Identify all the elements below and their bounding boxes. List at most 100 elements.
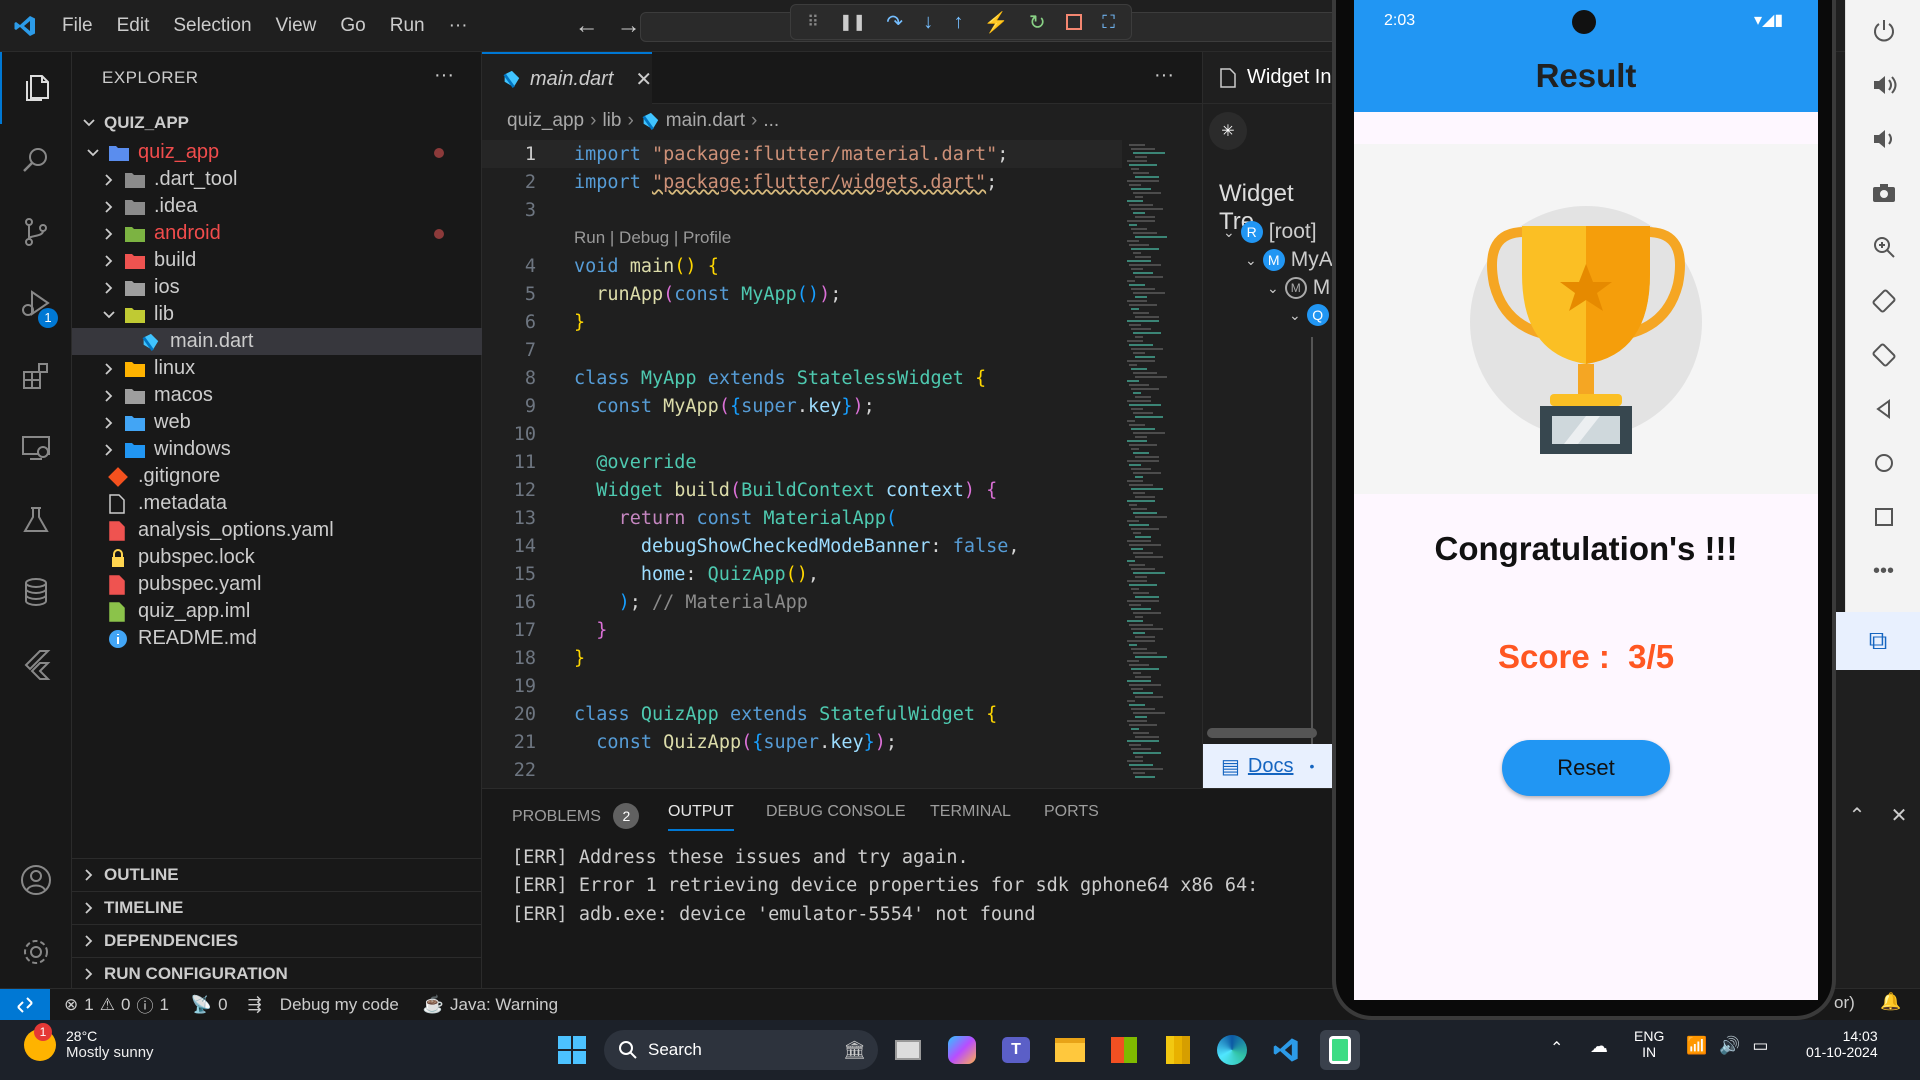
account-icon[interactable] bbox=[0, 844, 72, 916]
horizontal-scrollbar[interactable] bbox=[1207, 728, 1317, 738]
section-run-configuration[interactable]: RUN CONFIGURATION bbox=[72, 957, 482, 990]
tab-ports[interactable]: PORTS bbox=[1044, 803, 1099, 821]
show-hidden-icons[interactable]: ⌃ bbox=[1550, 1038, 1563, 1058]
docs-link[interactable]: ▤ Docs • bbox=[1203, 744, 1333, 788]
forward-arrow-icon[interactable]: → bbox=[617, 12, 641, 40]
menu-file[interactable]: File bbox=[50, 15, 105, 37]
tree-item[interactable]: .metadata bbox=[72, 490, 482, 517]
more-options-icon[interactable]: ••• bbox=[1846, 546, 1920, 596]
remote-explorer-icon[interactable] bbox=[0, 412, 72, 484]
copilot-icon[interactable] bbox=[942, 1030, 982, 1070]
chevron-right-icon[interactable] bbox=[100, 225, 118, 243]
menu-run[interactable]: Run bbox=[378, 15, 437, 37]
system-tray[interactable]: 📶 🔊 ▭ bbox=[1686, 1036, 1768, 1056]
onedrive-icon[interactable]: ☁ bbox=[1590, 1036, 1608, 1057]
tree-item[interactable]: main.dart bbox=[72, 328, 482, 355]
stop-icon[interactable] bbox=[1065, 14, 1082, 30]
tree-item[interactable]: linux bbox=[72, 355, 482, 382]
tree-item[interactable]: .gitignore bbox=[72, 463, 482, 490]
menu-view[interactable]: View bbox=[264, 15, 329, 37]
chevron-right-icon[interactable] bbox=[100, 441, 118, 459]
file-explorer-icon[interactable] bbox=[1050, 1030, 1090, 1070]
zoom-icon[interactable] bbox=[1846, 222, 1920, 272]
tree-item[interactable]: README.md bbox=[72, 625, 482, 652]
tree-item[interactable]: build bbox=[72, 247, 482, 274]
problems-status[interactable]: ⊗ 1 ⚠ 0 ⓘ 1 bbox=[64, 992, 169, 1017]
notification-bell-icon[interactable]: 🔔 bbox=[1880, 992, 1901, 1012]
select-widget-mode-icon[interactable]: ✳ bbox=[1209, 112, 1247, 150]
chevron-down-icon[interactable] bbox=[100, 306, 118, 324]
tree-item[interactable]: quiz_app.iml bbox=[72, 598, 482, 625]
tab-main-dart[interactable]: main.dart ✕ bbox=[482, 52, 652, 104]
editor-more-button[interactable]: ··· bbox=[1154, 64, 1174, 87]
ports-status[interactable]: 📡 0 bbox=[191, 995, 228, 1015]
menu-edit[interactable]: Edit bbox=[105, 15, 162, 37]
chevron-right-icon[interactable] bbox=[100, 414, 118, 432]
tree-item[interactable]: analysis_options.yaml bbox=[72, 517, 482, 544]
widget-tree-node[interactable]: ⌄ M M bbox=[1267, 276, 1330, 300]
inspect-widget-icon[interactable]: ⛶ bbox=[1102, 12, 1115, 33]
weather-widget[interactable]: 1 28°C Mostly sunny bbox=[24, 1022, 154, 1061]
clock[interactable]: 14:03 01-10-2024 bbox=[1806, 1028, 1878, 1060]
run-debug-icon[interactable]: 1 bbox=[0, 268, 72, 340]
explorer-icon[interactable] bbox=[0, 52, 72, 124]
chevron-right-icon[interactable] bbox=[100, 360, 118, 378]
home-nav-icon[interactable] bbox=[1846, 438, 1920, 488]
source-control-icon[interactable] bbox=[0, 196, 72, 268]
camera-icon[interactable] bbox=[1846, 168, 1920, 218]
tree-item[interactable]: .idea bbox=[72, 193, 482, 220]
tab-widget-inspector[interactable]: Widget In bbox=[1203, 52, 1333, 104]
chevron-right-icon[interactable] bbox=[100, 171, 118, 189]
store-icon[interactable] bbox=[1104, 1030, 1144, 1070]
step-over-icon[interactable]: ↷ bbox=[886, 10, 903, 35]
drag-handle-icon[interactable]: ⠿ bbox=[807, 12, 819, 32]
chevron-right-icon[interactable] bbox=[100, 279, 118, 297]
overview-nav-icon[interactable] bbox=[1846, 492, 1920, 542]
back-arrow-icon[interactable]: ← bbox=[575, 12, 599, 40]
step-out-icon[interactable]: ↑ bbox=[953, 11, 963, 34]
code-editor[interactable]: 1 import "package:flutter/material.dart";… bbox=[482, 140, 1122, 790]
breadcrumb-item[interactable]: main.dart bbox=[666, 110, 745, 132]
section-dependencies[interactable]: DEPENDENCIES bbox=[72, 924, 482, 957]
flutter-icon[interactable] bbox=[0, 628, 72, 700]
section-timeline[interactable]: TIMELINE bbox=[72, 891, 482, 924]
task-view-icon[interactable] bbox=[888, 1030, 928, 1070]
chevron-down-icon[interactable] bbox=[84, 144, 102, 162]
docs-more[interactable]: • bbox=[1309, 758, 1314, 774]
hot-reload-icon[interactable]: ⚡ bbox=[984, 10, 1009, 35]
tree-item[interactable]: lib bbox=[72, 301, 482, 328]
close-tab-icon[interactable]: ✕ bbox=[635, 67, 652, 92]
debug-config-label[interactable]: Debug my code bbox=[280, 995, 399, 1015]
extensions-icon[interactable] bbox=[0, 340, 72, 412]
tree-root[interactable]: QUIZ_APP bbox=[72, 106, 482, 139]
breadcrumb-item[interactable]: lib bbox=[602, 110, 621, 132]
tree-item[interactable]: pubspec.yaml bbox=[72, 571, 482, 598]
tab-problems[interactable]: PROBLEMS 2 bbox=[512, 803, 640, 829]
menu-selection[interactable]: Selection bbox=[161, 15, 263, 37]
pause-icon[interactable]: ❚❚ bbox=[839, 12, 866, 32]
tree-item[interactable]: pubspec.lock bbox=[72, 544, 482, 571]
chevron-right-icon[interactable] bbox=[100, 198, 118, 216]
volume-down-icon[interactable] bbox=[1846, 114, 1920, 164]
database-icon[interactable] bbox=[0, 556, 72, 628]
teams-icon[interactable]: T bbox=[996, 1030, 1036, 1070]
power-bi-icon[interactable] bbox=[1158, 1030, 1198, 1070]
widget-tree-node[interactable]: ⌄ Q bbox=[1289, 304, 1329, 326]
edge-icon[interactable] bbox=[1212, 1030, 1252, 1070]
java-status[interactable]: ☕ Java: Warning bbox=[423, 995, 558, 1015]
puzzle-extension-icon[interactable]: ⧉ bbox=[1836, 612, 1920, 670]
rotate-right-icon[interactable] bbox=[1846, 330, 1920, 380]
android-studio-icon[interactable] bbox=[1320, 1030, 1360, 1070]
reset-button[interactable]: Reset bbox=[1502, 740, 1670, 796]
tab-debug-console[interactable]: DEBUG CONSOLE bbox=[766, 803, 906, 821]
volume-up-icon[interactable] bbox=[1846, 60, 1920, 110]
close-panel-icon[interactable]: ✕ bbox=[1891, 803, 1908, 828]
menu-more[interactable]: ··· bbox=[437, 15, 480, 37]
taskbar-search[interactable]: Search 🏛 bbox=[604, 1030, 878, 1070]
tab-output[interactable]: OUTPUT bbox=[668, 803, 734, 831]
search-icon[interactable] bbox=[0, 124, 72, 196]
tree-item[interactable]: web bbox=[72, 409, 482, 436]
tree-item[interactable]: .dart_tool bbox=[72, 166, 482, 193]
step-into-icon[interactable]: ↓ bbox=[923, 11, 933, 34]
debug-run-icon[interactable]: ⇶ bbox=[248, 995, 262, 1015]
